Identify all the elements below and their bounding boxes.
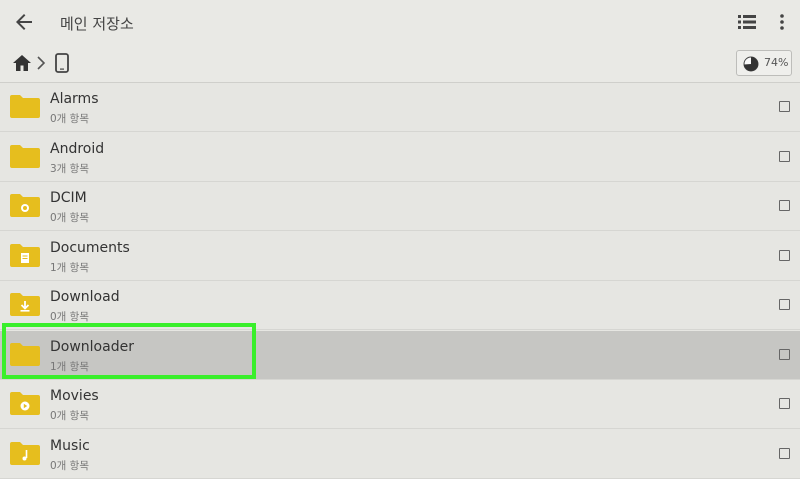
selection-highlight-box [2,323,256,379]
back-arrow-icon[interactable] [12,10,36,34]
folder-item-count: 0개 항목 [50,459,89,472]
phone-storage-icon[interactable] [54,53,70,73]
select-checkbox[interactable] [779,447,790,459]
select-checkbox[interactable] [779,249,790,261]
download-folder-icon [10,293,40,316]
folder-row-android[interactable]: Android 3개 항목 [0,133,800,182]
folder-name: Movies [50,388,99,404]
document-folder-icon [10,243,40,267]
folder-row-music[interactable]: Music 0개 항목 [0,430,800,479]
folder-icon [10,144,40,168]
breadcrumb: 74% [0,44,800,83]
home-icon[interactable] [12,53,32,73]
select-checkbox[interactable] [779,299,790,310]
folder-row-dcim[interactable]: DCIM 0개 항목 [0,182,800,231]
movie-folder-icon [10,392,40,415]
chevron-right-icon [37,56,46,70]
music-folder-icon [10,441,40,465]
folder-icon [10,95,40,118]
folder-row-movies[interactable]: Movies 0개 항목 [0,380,800,429]
camera-folder-icon [10,194,40,217]
folder-name: Download [50,289,120,305]
list-view-icon[interactable] [738,14,756,30]
folder-row-documents[interactable]: Documents 1개 항목 [0,232,800,281]
folder-item-count: 1개 항목 [50,261,89,274]
select-checkbox[interactable] [779,200,790,211]
storage-percent: 74% [764,56,789,69]
folder-item-count: 0개 항목 [50,212,89,224]
folder-name: DCIM [50,190,87,206]
folder-item-count: 0개 항목 [50,410,89,422]
select-checkbox[interactable] [779,348,790,360]
app-bar: 메인 저장소 [0,0,800,44]
folder-item-count: 0개 항목 [50,113,89,125]
storage-usage-button[interactable]: 74% [736,50,792,76]
select-checkbox[interactable] [779,150,790,162]
more-options-icon[interactable] [776,12,788,32]
folder-name: Alarms [50,91,99,107]
folder-name: Documents [50,239,130,256]
folder-name: Android [50,140,105,157]
folder-list: Alarms 0개 항목 Android 3개 항목 DCIM 0개 항목 Document… [0,83,800,479]
page-title: 메인 저장소 [60,15,134,33]
folder-row-alarms[interactable]: Alarms 0개 항목 [0,83,800,132]
pie-chart-icon [743,56,759,72]
select-checkbox[interactable] [779,101,790,112]
select-checkbox[interactable] [779,398,790,409]
folder-name: Music [50,437,90,454]
folder-item-count: 0개 항목 [50,311,89,323]
folder-item-count: 3개 항목 [50,162,89,175]
